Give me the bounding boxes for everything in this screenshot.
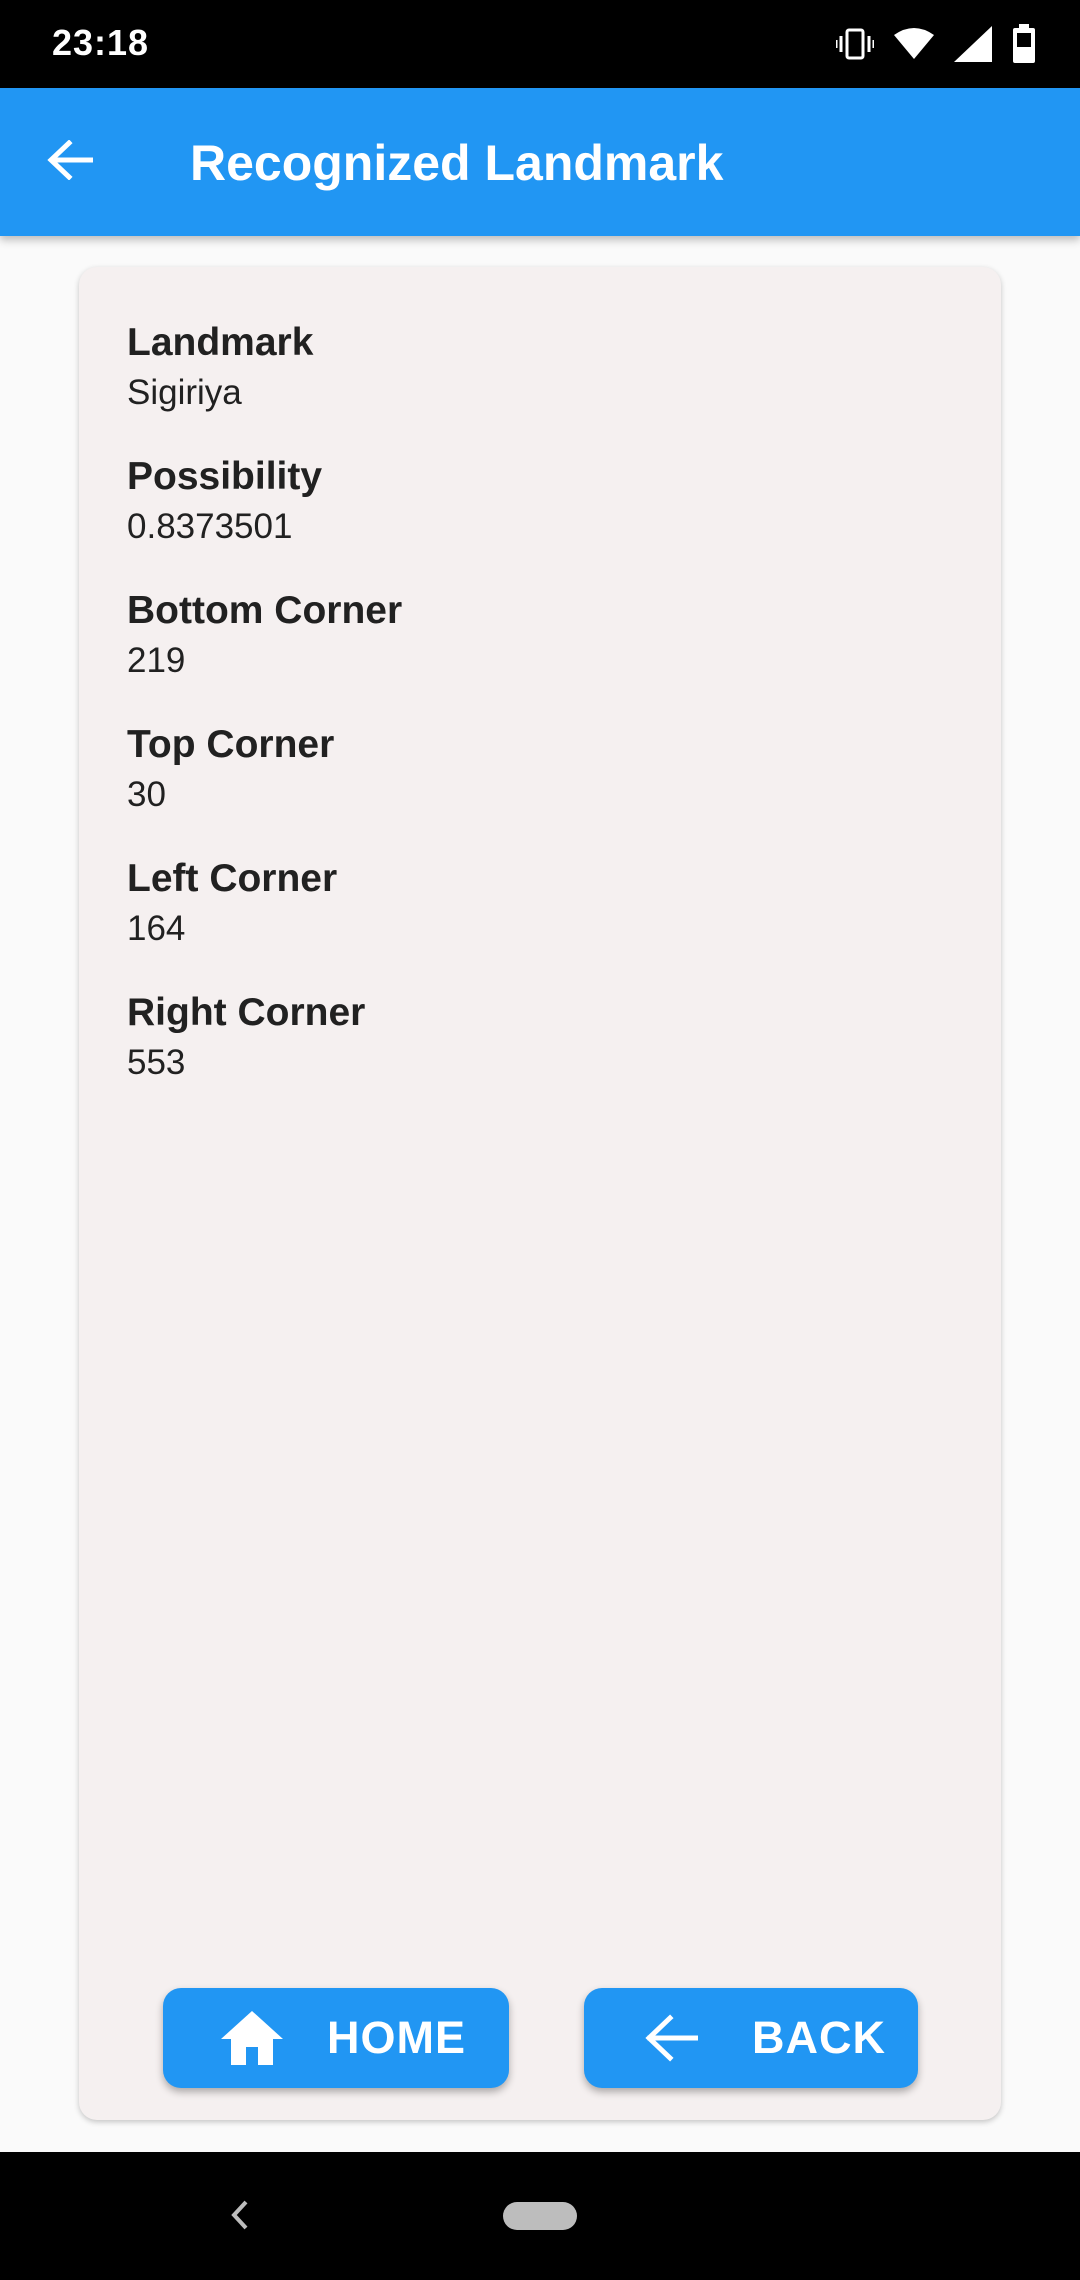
field-label: Bottom Corner xyxy=(127,589,403,632)
wifi-icon xyxy=(894,27,934,66)
field-label: Right Corner xyxy=(127,991,366,1034)
field-value: 0.8373501 xyxy=(127,507,293,546)
field-label: Landmark xyxy=(127,321,314,364)
field-label: Left Corner xyxy=(127,857,338,900)
vibrate-icon xyxy=(835,26,875,67)
back-button-label: BACK xyxy=(752,2012,886,2063)
system-nav-bar xyxy=(0,2152,1080,2280)
landmark-details-card: Landmark Sigiriya Possibility 0.8373501 … xyxy=(79,267,1001,2120)
status-icons xyxy=(835,24,1036,69)
signal-icon xyxy=(954,26,992,67)
field-right-corner: Right Corner 553 xyxy=(127,989,402,1123)
field-landmark: Landmark Sigiriya xyxy=(127,319,402,453)
field-value: 30 xyxy=(127,775,166,814)
field-label: Possibility xyxy=(127,455,323,498)
field-value: Sigiriya xyxy=(127,373,242,412)
arrow-left-icon xyxy=(644,2014,698,2062)
status-time: 23:18 xyxy=(52,22,150,63)
field-bottom-corner: Bottom Corner 219 xyxy=(127,587,402,721)
app-bar-back-button[interactable] xyxy=(40,132,100,192)
field-label: Top Corner xyxy=(127,723,335,766)
field-possibility: Possibility 0.8373501 xyxy=(127,453,402,587)
battery-icon xyxy=(1012,24,1036,69)
back-button[interactable]: BACK xyxy=(584,1988,918,2088)
nav-home-pill[interactable] xyxy=(503,2202,577,2230)
field-value: 164 xyxy=(127,909,186,948)
details-list: Landmark Sigiriya Possibility 0.8373501 … xyxy=(127,319,402,1123)
status-bar: 23:18 xyxy=(0,0,1080,88)
home-button[interactable]: HOME xyxy=(163,1988,509,2088)
home-button-label: HOME xyxy=(327,2012,466,2063)
field-value: 553 xyxy=(127,1043,186,1082)
field-value: 219 xyxy=(127,641,186,680)
field-left-corner: Left Corner 164 xyxy=(127,855,402,989)
field-top-corner: Top Corner 30 xyxy=(127,721,402,855)
page-title: Recognized Landmark xyxy=(190,135,724,191)
arrow-left-icon xyxy=(47,138,94,185)
home-icon xyxy=(219,2009,285,2067)
app-bar: Recognized Landmark xyxy=(0,88,1080,236)
nav-back-icon[interactable] xyxy=(226,2196,252,2239)
